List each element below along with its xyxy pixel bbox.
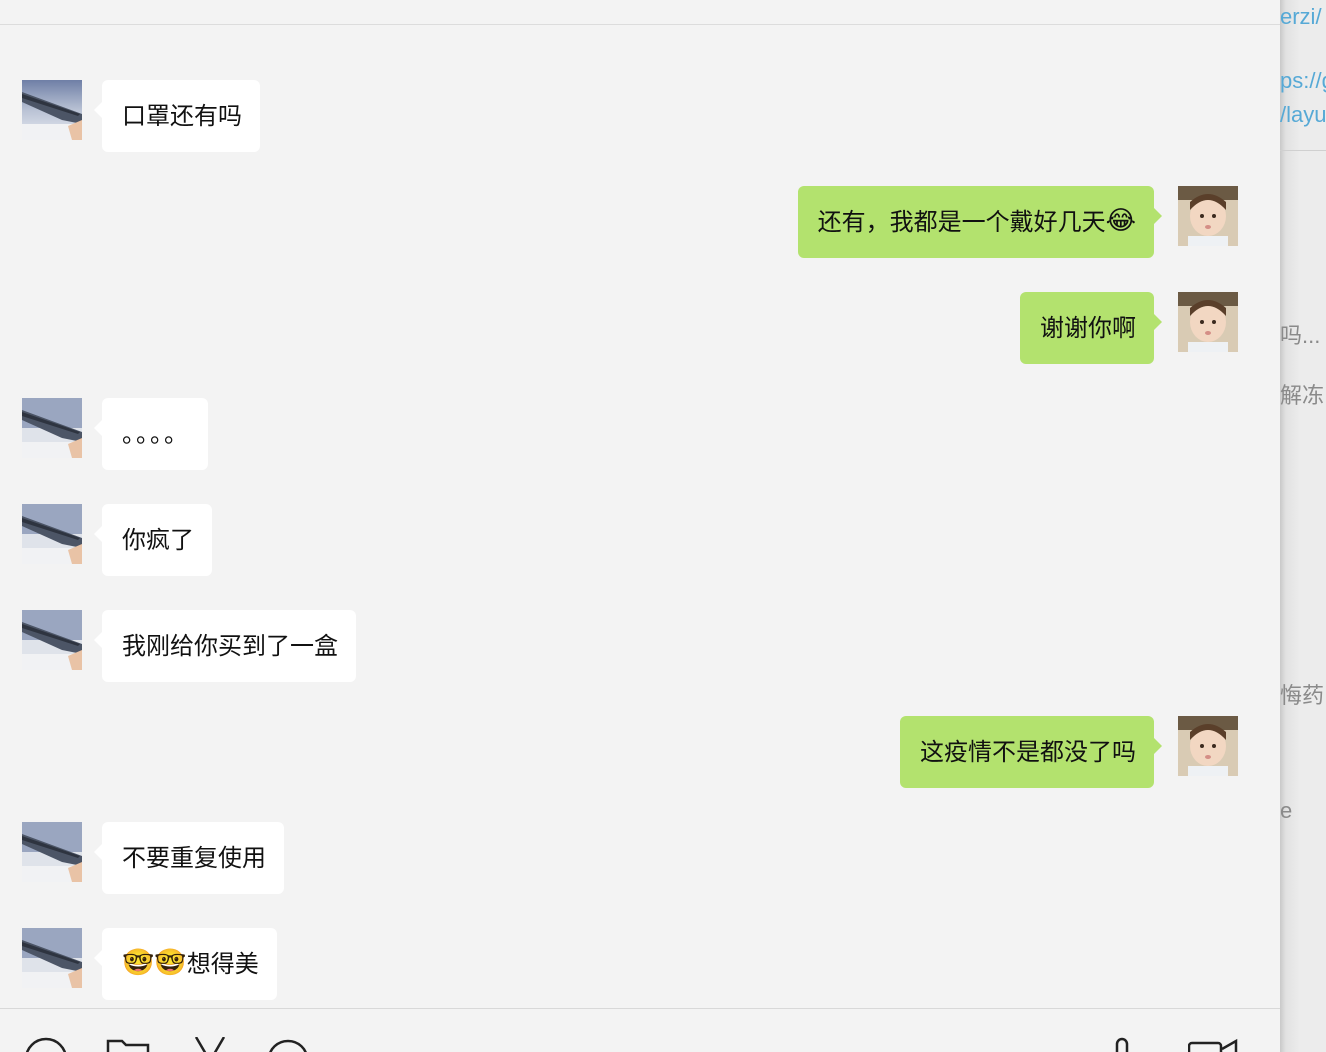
message-bubble-incoming[interactable]: 🤓🤓想得美: [94, 928, 277, 1000]
message-row: 我刚给你买到了一盒: [0, 610, 1280, 682]
contact-avatar[interactable]: [22, 504, 82, 564]
message-bubble-incoming[interactable]: 。。。。: [94, 398, 208, 470]
preview-text: 吗...: [1280, 323, 1321, 348]
contact-avatar[interactable]: [22, 610, 82, 670]
my-avatar[interactable]: [1178, 186, 1238, 246]
airplane-wing-icon: [22, 80, 82, 140]
airplane-wing-icon: [22, 928, 82, 988]
link-text[interactable]: erzi/: [1280, 4, 1322, 30]
preview-text: 解冻: [1280, 383, 1325, 408]
message-text: 口罩还有吗: [122, 102, 242, 130]
message-text: 这疫情不是都没了吗: [920, 738, 1136, 766]
link-text[interactable]: /layu: [1280, 102, 1326, 128]
folder-icon[interactable]: [106, 1037, 150, 1052]
message-row: 谢谢你啊: [0, 292, 1280, 364]
link-text[interactable]: ps://g: [1280, 68, 1326, 94]
message-bubble-incoming[interactable]: 你疯了: [94, 504, 212, 576]
message-row: 口罩还有吗: [0, 80, 1280, 152]
contact-avatar[interactable]: [22, 80, 82, 140]
airplane-wing-icon: [22, 610, 82, 670]
child-photo-icon: [1178, 292, 1238, 352]
airplane-wing-icon: [22, 822, 82, 882]
message-text: 我刚给你买到了一盒: [122, 632, 338, 660]
chat-bubble-icon[interactable]: [266, 1037, 310, 1052]
airplane-wing-icon: [22, 398, 82, 458]
message-bubble-outgoing[interactable]: 谢谢你啊: [1020, 292, 1162, 364]
preview-text: e: [1280, 798, 1293, 823]
message-bubble-outgoing[interactable]: 还有，我都是一个戴好几天😂: [797, 186, 1163, 258]
my-avatar[interactable]: [1178, 292, 1238, 352]
message-bubble-incoming[interactable]: 我刚给你买到了一盒: [94, 610, 356, 682]
my-avatar[interactable]: [1178, 716, 1238, 776]
background-window: erzi/ ps://g /layu 吗... 解冻 悔药. e: [1280, 0, 1326, 1052]
tears-of-joy-emoji: 😂: [1105, 206, 1136, 236]
side-divider: [1280, 150, 1326, 151]
message-text: 。。。。: [122, 420, 190, 448]
message-bubble-incoming[interactable]: 不要重复使用: [94, 822, 284, 894]
contact-avatar[interactable]: [22, 928, 82, 988]
message-text: 你疯了: [122, 526, 194, 554]
preview-text: 悔药.: [1280, 683, 1326, 708]
message-row: 。。。。: [0, 398, 1280, 470]
child-photo-icon: [1178, 186, 1238, 246]
message-text: 还有，我都是一个戴好几天: [817, 208, 1106, 236]
child-photo-icon: [1178, 716, 1238, 776]
message-row: 这疫情不是都没了吗: [0, 716, 1280, 788]
chat-window: 口罩还有吗 还有，我都是一个戴好几天😂 谢谢你啊 。。。。 你疯了 我刚给你买到…: [0, 0, 1280, 1052]
airplane-wing-icon: [22, 504, 82, 564]
message-row: 你疯了: [0, 504, 1280, 576]
microphone-icon[interactable]: [1104, 1037, 1148, 1052]
input-toolbar: [0, 1009, 1280, 1052]
message-row: 还有，我都是一个戴好几天😂: [0, 186, 1280, 258]
contact-avatar[interactable]: [22, 398, 82, 458]
message-bubble-outgoing[interactable]: 这疫情不是都没了吗: [900, 716, 1162, 788]
message-row: 🤓🤓想得美: [0, 928, 1280, 1000]
message-text: 想得美: [186, 950, 259, 978]
header-divider: [0, 24, 1280, 25]
emoji-icon[interactable]: [24, 1037, 68, 1052]
contact-avatar[interactable]: [22, 822, 82, 882]
message-row: 不要重复使用: [0, 822, 1280, 894]
nerd-face-emoji: 🤓🤓: [122, 948, 187, 978]
video-call-icon[interactable]: [1187, 1037, 1238, 1052]
scissors-icon[interactable]: [188, 1036, 232, 1052]
message-bubble-incoming[interactable]: 口罩还有吗: [94, 80, 260, 152]
message-text: 谢谢你啊: [1040, 314, 1136, 342]
message-text: 不要重复使用: [122, 844, 266, 872]
